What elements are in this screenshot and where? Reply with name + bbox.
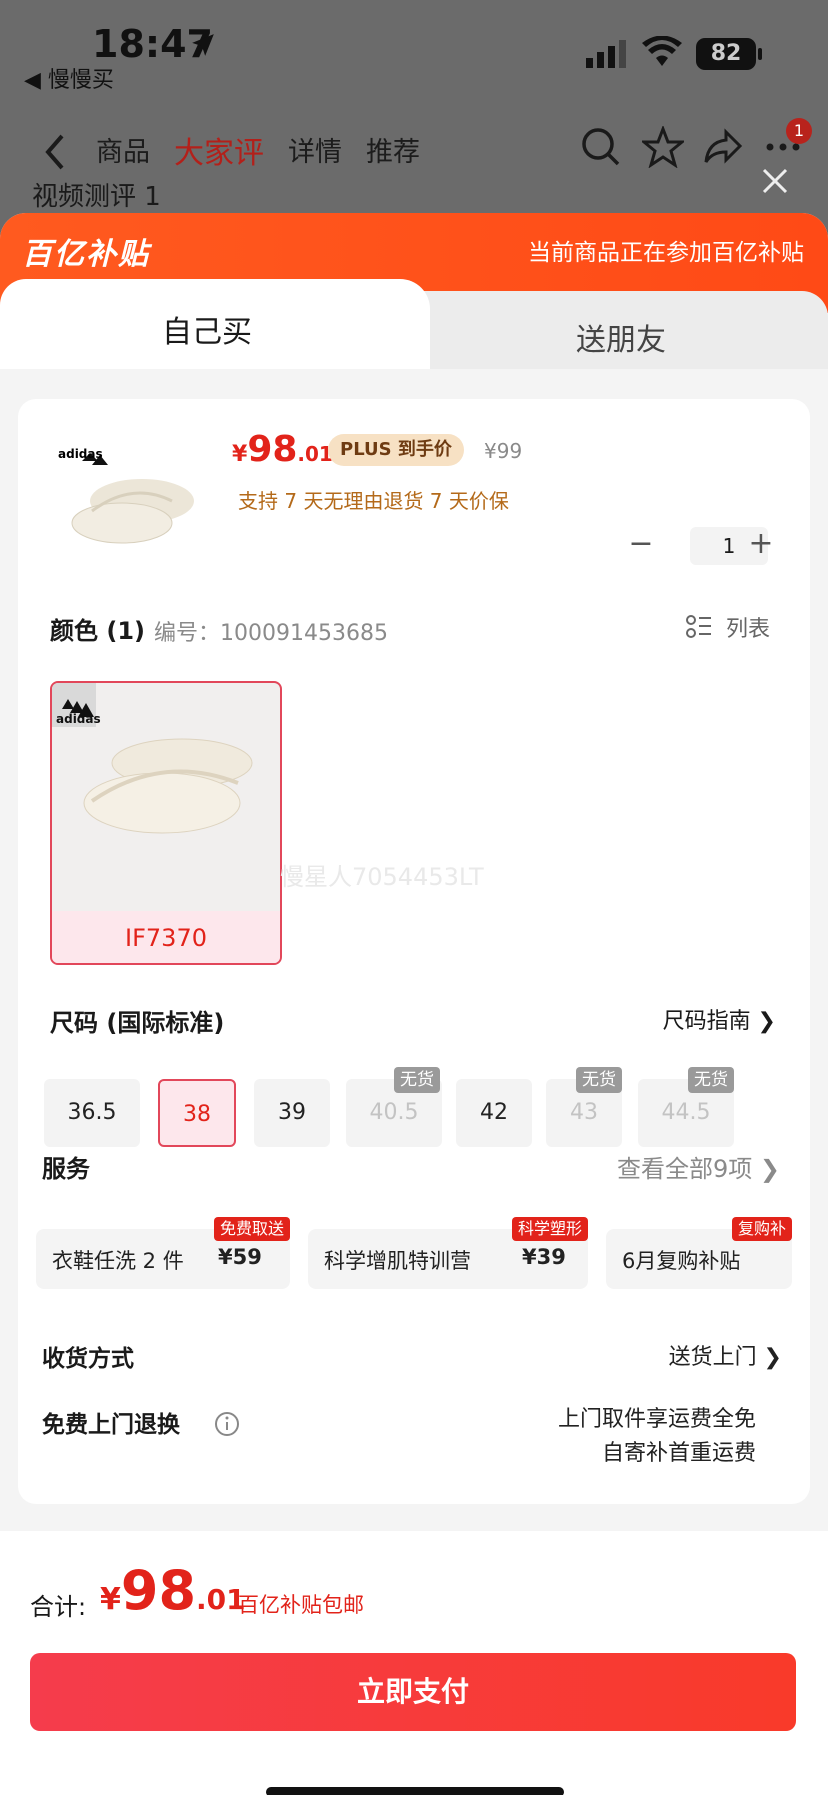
plus-price-badge: PLUS 到手价: [328, 434, 464, 466]
info-icon[interactable]: [214, 1411, 240, 1437]
size-option-42[interactable]: 42: [456, 1079, 532, 1147]
search-icon[interactable]: [580, 126, 622, 168]
checkout-bar: 合计: ¥98.01 百亿补贴包邮 立即支付: [0, 1531, 828, 1795]
nav-tab-recommend[interactable]: 推荐: [366, 130, 420, 169]
service-option[interactable]: 衣鞋任洗 2 件 ¥59 免费取送: [36, 1217, 290, 1289]
size-section-title: 尺码 (国际标准): [50, 1009, 225, 1037]
out-of-stock-badge: 无货: [576, 1067, 622, 1093]
product-price: ¥98.01: [232, 429, 333, 470]
share-icon[interactable]: [702, 126, 744, 168]
service-name: 科学增肌特训营: [324, 1249, 471, 1273]
signal-icon: [586, 40, 626, 68]
product-options-card: adidas ¥98.01 PLUS 到手价 ¥99 支持 7 天无理由退货 7…: [18, 399, 810, 1504]
close-icon[interactable]: [760, 166, 790, 196]
tab-gift-label: 送朋友: [576, 323, 666, 358]
delivery-method-label: 收货方式: [42, 1346, 134, 1372]
size-option-38[interactable]: 38: [158, 1079, 236, 1147]
out-of-stock-badge: 无货: [394, 1067, 440, 1093]
back-to-app-link[interactable]: ◀ 慢慢买: [24, 62, 114, 94]
list-view-button[interactable]: 列表: [726, 611, 770, 643]
buy-mode-tabs: 送朋友 自己买: [0, 279, 828, 369]
subsidy-logo: 百亿补贴: [22, 237, 150, 272]
total-price: ¥98.01: [100, 1559, 246, 1622]
free-return-line1: 上门取件享运费全免: [557, 1407, 756, 1432]
chevron-right-icon: ❯: [759, 1155, 780, 1183]
back-chevron-icon[interactable]: [40, 130, 70, 174]
home-indicator: [266, 1787, 564, 1795]
subsidy-note: 当前商品正在参加百亿补贴: [528, 240, 804, 266]
service-price: ¥59: [218, 1245, 262, 1269]
tab-self[interactable]: 自己买: [0, 279, 430, 369]
view-all-services-link[interactable]: 查看全部9项 ❯: [617, 1149, 780, 1184]
wifi-icon: [642, 36, 682, 66]
price-currency: ¥: [232, 442, 248, 467]
notification-badge: 1: [786, 118, 812, 144]
service-tag: 科学塑形: [511, 1217, 588, 1241]
size-guide-link[interactable]: 尺码指南 ❯: [663, 1003, 776, 1035]
price-integer: 98: [247, 429, 298, 470]
tab-self-label: 自己买: [162, 315, 252, 350]
out-of-stock-badge: 无货: [688, 1067, 734, 1093]
background-page: 18:47 82 ◀ 慢慢买 商品 大家评 详情 推荐 1 视频测评 1: [0, 0, 828, 230]
size-option-39[interactable]: 39: [254, 1079, 330, 1147]
color-option-swatch[interactable]: adidas IF7370: [50, 681, 282, 965]
delivery-method-value[interactable]: 送货上门 ❯: [669, 1339, 782, 1371]
total-integer: 98: [120, 1559, 197, 1622]
free-return-line2: 自寄补首重运费: [601, 1441, 756, 1466]
quantity-increase-button[interactable]: +: [744, 529, 778, 559]
product-service-guarantees: 支持 7 天无理由退货 7 天价保: [238, 489, 509, 513]
service-name: 6月复购补贴: [622, 1249, 741, 1273]
product-navbar: 商品 大家评 详情 推荐: [0, 120, 828, 180]
service-name: 衣鞋任洗 2 件: [52, 1249, 184, 1273]
service-tag: 复购补: [731, 1217, 792, 1241]
list-view-icon[interactable]: [686, 614, 712, 640]
background-section-title: 视频测评 1: [32, 182, 161, 208]
services-title: 服务: [42, 1155, 90, 1183]
sku-code: 编号：100091453685: [154, 621, 388, 646]
size-option-36-5[interactable]: 36.5: [44, 1079, 140, 1147]
service-price: ¥39: [522, 1245, 566, 1269]
total-currency: ¥: [100, 1582, 121, 1617]
color-section-title: 颜色 (1): [50, 617, 145, 645]
total-label: 合计:: [30, 1593, 87, 1621]
svg-text:adidas: adidas: [56, 712, 101, 726]
original-price: ¥99: [484, 439, 523, 463]
watermark-text: 慢星人7054453LT: [280, 863, 484, 891]
pay-now-button[interactable]: 立即支付: [30, 1653, 796, 1731]
service-tag: 免费取送: [213, 1217, 290, 1241]
location-arrow-icon: [192, 34, 214, 56]
purchase-sheet: 百亿补贴 当前商品正在参加百亿补贴 送朋友 自己买 adidas ¥98.01 …: [0, 213, 828, 1795]
swatch-image: adidas: [52, 683, 253, 834]
nav-tab-details[interactable]: 详情: [288, 130, 342, 169]
battery-indicator: 82: [696, 38, 756, 70]
service-option[interactable]: 科学增肌特训营 ¥39 科学塑形: [308, 1217, 588, 1289]
free-return-label: 免费上门退换: [42, 1412, 180, 1438]
nav-tab-reviews[interactable]: 大家评: [174, 128, 264, 172]
battery-tip: [758, 48, 762, 60]
service-option[interactable]: 6月复购补贴 复购补: [606, 1217, 792, 1289]
nav-tab-product[interactable]: 商品: [96, 130, 150, 169]
quantity-decrease-button[interactable]: −: [626, 529, 656, 559]
view-all-services-label: 查看全部9项: [616, 1155, 753, 1183]
total-note: 百亿补贴包邮: [238, 1593, 364, 1617]
star-icon[interactable]: [642, 126, 684, 168]
tab-gift[interactable]: 送朋友: [400, 291, 828, 369]
status-bar: 18:47 82: [0, 18, 828, 78]
brand-name: adidas: [58, 447, 103, 461]
swatch-label: IF7370: [52, 911, 280, 963]
